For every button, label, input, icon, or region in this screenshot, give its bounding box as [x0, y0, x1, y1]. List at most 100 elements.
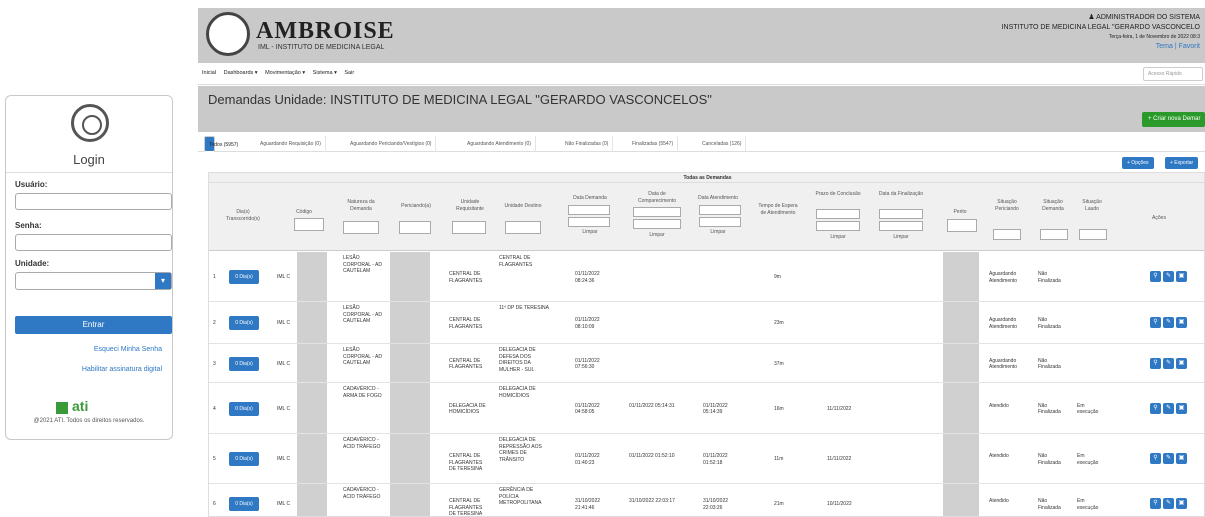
atendimento-ate-input[interactable]	[699, 217, 741, 227]
nav-item-sair[interactable]: Sair	[344, 70, 354, 76]
unidade-requisitante-cell: CENTRAL DE FLAGRANTES	[449, 357, 483, 371]
options-button[interactable]: + Opções	[1122, 157, 1154, 169]
new-demand-button[interactable]: + Criar nova Demar	[1142, 112, 1205, 127]
table-row: 6 0 Dia(s) IML C CADAVÉRICO - ACID TRÁFEGO C…	[209, 484, 1204, 517]
situacao-demanda-select[interactable]	[1040, 229, 1068, 240]
unidade-destino-filter[interactable]	[505, 221, 541, 234]
situacao-demanda-cell: Não Finalizada	[1038, 498, 1061, 511]
row-number: 5	[213, 456, 216, 462]
dias-transcorridos-button[interactable]: 0 Dia(s)	[229, 401, 259, 416]
nav-item-inicial[interactable]: Inicial	[202, 70, 216, 76]
situacao-periciando-select[interactable]	[993, 229, 1021, 240]
tab-aguardando-requisicao[interactable]: Aguardando Requisição (0)	[256, 136, 326, 152]
usuario-input[interactable]	[15, 193, 172, 210]
tempo-espera-cell: 9m	[774, 274, 781, 280]
natureza-cell: LESÃO CORPORAL - AD CAUTELAM	[343, 305, 382, 324]
unidade-destino-cell: DELEGACIA DE HOMICÍDIOS	[499, 386, 536, 399]
finalizacao-ate-input[interactable]	[879, 221, 923, 231]
atendimento-de-input[interactable]	[699, 205, 741, 215]
edit-icon[interactable]: ✎	[1163, 357, 1174, 369]
codigo-cell: IML C	[277, 405, 291, 412]
codigo-cell: IML C	[277, 274, 291, 280]
periciando-filter-input[interactable]	[399, 221, 431, 234]
prazo-ate-input[interactable]	[816, 221, 860, 231]
tab-finalizadas[interactable]: Finalizadas (5547)	[628, 136, 679, 152]
tab-aguardando-periciando[interactable]: Aguardando Periciando/Vestígios (0)	[346, 136, 437, 152]
dias-transcorridos-button[interactable]: 0 Dia(s)	[229, 497, 259, 511]
search-icon[interactable]: ⚲	[1150, 402, 1161, 414]
codigo-filter-input[interactable]	[294, 218, 324, 231]
login-title: Login	[73, 152, 105, 167]
comparecimento-ate-input[interactable]	[633, 219, 681, 229]
dias-transcorridos-button[interactable]: 0 Dia(s)	[229, 270, 259, 284]
finalizacao-de-input[interactable]	[879, 209, 923, 219]
prazo-de-input[interactable]	[816, 209, 860, 219]
unidade-requisitante-filter[interactable]	[452, 221, 486, 234]
edit-icon[interactable]: ✎	[1163, 498, 1174, 509]
header-unidade-requisitante: Unidade Requisitante	[456, 199, 484, 212]
row-number: 3	[213, 360, 216, 367]
print-icon[interactable]: ▣	[1176, 271, 1187, 282]
situacao-periciando-cell: Aguardando Atendimento	[989, 271, 1018, 284]
entrar-button[interactable]: Entrar	[15, 316, 172, 334]
print-icon[interactable]: ▣	[1176, 402, 1187, 414]
situacao-demanda-cell: Não Finalizada	[1038, 271, 1061, 284]
edit-icon[interactable]: ✎	[1163, 317, 1174, 328]
search-icon[interactable]: ⚲	[1150, 453, 1161, 464]
perito-filter-input[interactable]	[947, 219, 977, 232]
header-data-demanda: Data Demanda	[573, 195, 607, 201]
prazo-limpar[interactable]: Limpar	[813, 234, 863, 241]
institution-seal-icon	[71, 104, 109, 142]
unidade-requisitante-cell: CENTRAL DE FLAGRANTES DE TERESINA	[449, 498, 483, 517]
data-demanda-limpar[interactable]: Limpar	[566, 229, 614, 236]
unidade-select[interactable]: ▾	[15, 272, 172, 290]
quick-access-input[interactable]: Acesso Rápido	[1143, 67, 1203, 81]
tab-canceladas[interactable]: Canceladas (126)	[698, 136, 747, 152]
table-row: 2 0 Dia(s) IML C LESÃO CORPORAL - AD CAUTEL…	[209, 302, 1204, 344]
nav-item-sistema[interactable]: Sistema ▾	[313, 70, 337, 76]
print-icon[interactable]: ▣	[1176, 498, 1187, 509]
codigo-cell: IML C	[277, 501, 291, 507]
data-demanda-cell: 01/11/2022 04:58:05	[575, 402, 600, 416]
print-icon[interactable]: ▣	[1176, 317, 1187, 328]
situacao-demanda-cell: Não Finalizada	[1038, 453, 1061, 466]
tab-aguardando-atendimento[interactable]: Aguardando Atendimento (0)	[463, 136, 536, 152]
print-icon[interactable]: ▣	[1176, 357, 1187, 369]
situacao-laudo-select[interactable]	[1079, 229, 1107, 240]
senha-input[interactable]	[15, 234, 172, 251]
situacao-demanda-cell: Não Finalizada	[1038, 357, 1061, 371]
search-icon[interactable]: ⚲	[1150, 498, 1161, 509]
tab-todos[interactable]: Todos (5957)	[204, 136, 238, 152]
export-button[interactable]: + Exportar	[1165, 157, 1199, 169]
comparecimento-limpar[interactable]: Limpar	[632, 232, 682, 239]
codigo-cell: IML C	[277, 320, 291, 326]
dias-transcorridos-button[interactable]: 0 Dia(s)	[229, 316, 259, 330]
print-icon[interactable]: ▣	[1176, 453, 1187, 464]
edit-icon[interactable]: ✎	[1163, 402, 1174, 414]
nav-item-dashboards[interactable]: Dashboards ▾	[224, 70, 258, 76]
data-demanda-de-input[interactable]	[568, 205, 610, 215]
edit-icon[interactable]: ✎	[1163, 453, 1174, 464]
tempo-espera-cell: 21m	[774, 501, 784, 507]
header-links[interactable]: Tema | Favorit	[1156, 43, 1200, 50]
brand-name: AMBROISE	[256, 18, 395, 44]
digital-signature-link[interactable]: Habilitar assinatura digital	[82, 366, 162, 373]
search-icon[interactable]: ⚲	[1150, 271, 1161, 282]
dias-transcorridos-button[interactable]: 0 Dia(s)	[229, 356, 259, 371]
nav-item-movimentacao[interactable]: Movimentação ▾	[265, 70, 305, 76]
finalizacao-limpar[interactable]: Limpar	[877, 234, 925, 241]
dias-transcorridos-button[interactable]: 0 Dia(s)	[229, 452, 259, 466]
comparecimento-de-input[interactable]	[633, 207, 681, 217]
natureza-filter-input[interactable]	[343, 221, 379, 234]
app-header: AMBROISE IML - INSTITUTO DE MEDICINA LEG…	[198, 8, 1205, 63]
header-unidade-destino: Unidade Destino	[504, 203, 542, 209]
user-name[interactable]: ♟ ADMINISTRADOR DO SISTEMA	[1088, 13, 1200, 21]
data-demanda-cell: 01/11/2022 07:56:30	[575, 357, 600, 371]
atendimento-limpar[interactable]: Limpar	[695, 229, 741, 236]
tab-nao-finalizadas[interactable]: Não Finalizadas (0)	[561, 136, 614, 152]
search-icon[interactable]: ⚲	[1150, 317, 1161, 328]
forgot-password-link[interactable]: Esqueci Minha Senha	[94, 346, 162, 353]
data-demanda-ate-input[interactable]	[568, 217, 610, 227]
search-icon[interactable]: ⚲	[1150, 357, 1161, 369]
edit-icon[interactable]: ✎	[1163, 271, 1174, 282]
